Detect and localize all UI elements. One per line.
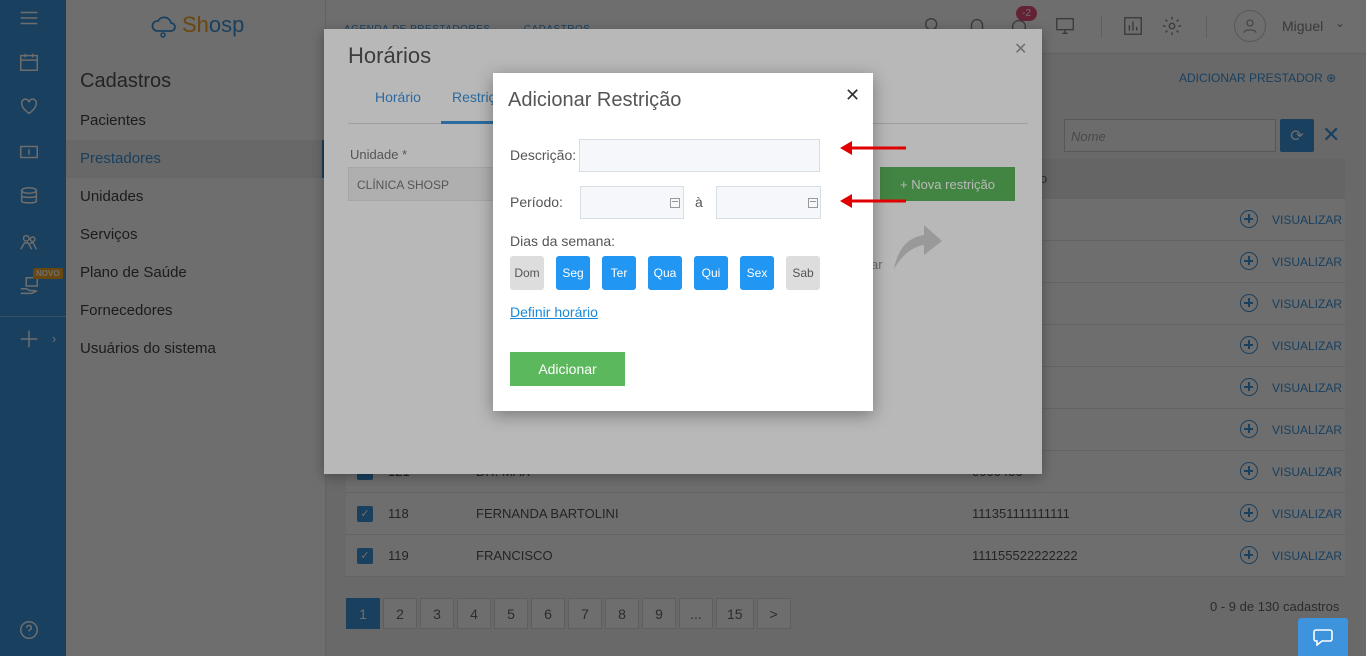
weekday-toggle-seg[interactable]: Seg — [556, 256, 590, 290]
weekday-toggle-sab[interactable]: Sab — [786, 256, 820, 290]
period-end-field[interactable] — [716, 186, 821, 219]
define-schedule-link[interactable]: Definir horário — [510, 304, 598, 320]
weekday-toggle-ter[interactable]: Ter — [602, 256, 636, 290]
period-start-field[interactable] — [580, 186, 684, 219]
chat-widget-button[interactable] — [1298, 618, 1348, 656]
weekday-toggle-qua[interactable]: Qua — [648, 256, 682, 290]
calendar-icon[interactable] — [670, 198, 680, 208]
annotation-arrow-icon — [840, 141, 906, 155]
weekday-toggle-qui[interactable]: Qui — [694, 256, 728, 290]
weekday-toggle-sex[interactable]: Sex — [740, 256, 774, 290]
period-label: Período: — [510, 194, 563, 210]
calendar-icon[interactable] — [808, 198, 818, 208]
annotation-arrow-icon — [840, 194, 906, 208]
add-button[interactable]: Adicionar — [510, 352, 625, 386]
weekday-toggle-dom[interactable]: Dom — [510, 256, 544, 290]
description-field[interactable] — [579, 139, 820, 172]
close-icon[interactable]: ✕ — [845, 85, 860, 106]
modal-title: Adicionar Restrição — [508, 89, 682, 111]
add-restriction-modal: Adicionar Restrição ✕ Descrição: Período… — [493, 73, 873, 411]
chat-icon — [1313, 629, 1333, 646]
weekdays-label: Dias da semana: — [510, 233, 616, 249]
period-separator: à — [695, 194, 703, 210]
description-label: Descrição: — [510, 147, 577, 163]
